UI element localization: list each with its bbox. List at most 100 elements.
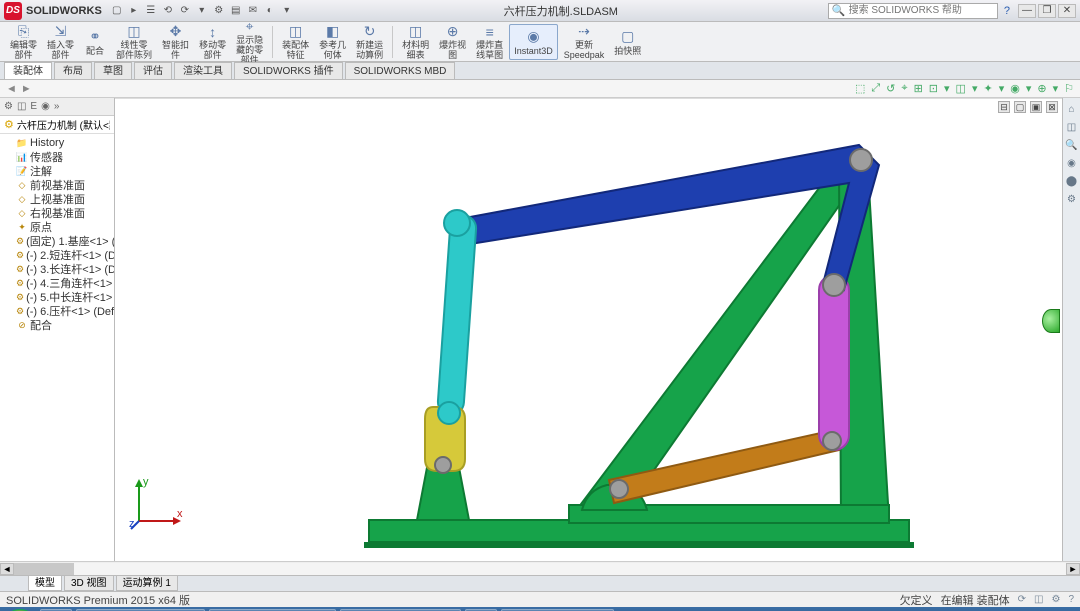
horizontal-scrollbar[interactable]: ◄ ► [0, 561, 1080, 575]
nav-fwd-icon[interactable]: ► [21, 83, 32, 95]
qa-mail-icon[interactable]: ✉ [246, 4, 260, 18]
qa-dropdown-icon[interactable]: ▾ [195, 4, 209, 18]
ribbon-插入零部件[interactable]: ⇲插入零部件 [43, 24, 78, 60]
view-tool-icon[interactable]: ◫ [956, 82, 966, 95]
vp-win-btn[interactable]: ⊟ [998, 101, 1010, 113]
view-tool-icon[interactable]: ⊕ [1037, 82, 1046, 95]
ribbon-线性零部件陈列[interactable]: ◫线性零部件陈列 [112, 24, 156, 60]
view-tool-icon[interactable]: ⊞ [914, 82, 923, 95]
ribbon-装配体特征[interactable]: ◫装配体特征 [278, 24, 313, 60]
ribbon-智能扣件[interactable]: ✥智能扣件 [158, 24, 193, 60]
qa-half-icon[interactable]: ◐ [263, 4, 277, 18]
view-tool-icon[interactable]: ▾ [972, 82, 978, 95]
status-settings-icon[interactable]: ⚙ [1051, 594, 1060, 605]
view-tool-icon[interactable]: ▾ [1026, 82, 1032, 95]
view-tool-icon[interactable]: ✦ [983, 82, 992, 95]
taskpane-lib-icon[interactable]: ◫ [1065, 120, 1079, 134]
tree-tab-more-icon[interactable]: » [54, 101, 60, 112]
close-button[interactable]: ✕ [1058, 4, 1076, 18]
qa-undo-icon[interactable]: ⟲ [161, 4, 175, 18]
view-tool-icon[interactable]: ▾ [999, 82, 1005, 95]
scroll-thumb[interactable] [14, 563, 74, 575]
taskpane-home-icon[interactable]: ⌂ [1065, 102, 1079, 116]
tree-node[interactable]: ⚙(-) 2.短连杆<1> (Default< [2, 248, 112, 262]
view-cube-icon[interactable] [1042, 309, 1060, 333]
taskpane-view-icon[interactable]: ◉ [1065, 156, 1079, 170]
qa-redo-icon[interactable]: ⟳ [178, 4, 192, 18]
tree-node[interactable]: ⚙(固定) 1.基座<1> (默认<<默 [2, 234, 112, 248]
tab-布局[interactable]: 布局 [54, 62, 92, 79]
tab-装配体[interactable]: 装配体 [4, 62, 52, 79]
view-tool-icon[interactable]: ▾ [944, 82, 950, 95]
view-tool-icon[interactable]: ⌖ [901, 82, 907, 95]
scroll-right-icon[interactable]: ► [1066, 563, 1080, 575]
tree-node[interactable]: ◇右视基准面 [2, 206, 112, 220]
tree-node[interactable]: ⚙(-) 6.压杆<1> (Default< [2, 304, 112, 318]
tab-SOLIDWORKS 插件[interactable]: SOLIDWORKS 插件 [234, 62, 343, 79]
ribbon-更新Speedpak[interactable]: ⇢更新Speedpak [560, 24, 609, 60]
tree-tab-fm-icon[interactable]: ⚙ [4, 101, 13, 112]
graphics-viewport[interactable]: ⊟▢▣⊠ [115, 98, 1062, 561]
nav-back-icon[interactable]: ◄ [6, 83, 17, 95]
ribbon-Instant3D[interactable]: ◉Instant3D [509, 24, 558, 60]
vp-win-btn[interactable]: ▣ [1030, 101, 1042, 113]
qa-open-icon[interactable]: ▸ [127, 4, 141, 18]
bottom-tab-运动算例 1[interactable]: 运动算例 1 [116, 576, 178, 591]
view-tool-icon[interactable]: ⚐ [1064, 82, 1074, 95]
ribbon-参考几何体[interactable]: ◧参考几何体 [315, 24, 350, 60]
taskpane-search-icon[interactable]: 🔍 [1065, 138, 1079, 152]
taskpane-appear-icon[interactable]: ⬤ [1065, 174, 1079, 188]
ribbon-移动零部件[interactable]: ↕移动零部件 [195, 24, 230, 60]
vp-win-btn[interactable]: ▢ [1014, 101, 1026, 113]
tree-node[interactable]: ⚙(-) 4.三角连杆<1> (Default [2, 276, 112, 290]
qa-list-icon[interactable]: ▤ [229, 4, 243, 18]
search-input[interactable] [849, 4, 994, 18]
qa-settings-icon[interactable]: ⚙ [212, 4, 226, 18]
qa-save-icon[interactable]: ☰ [144, 4, 158, 18]
tree-node[interactable]: 📁History [2, 136, 112, 150]
tree-tab-disp-icon[interactable]: ◉ [41, 101, 50, 112]
tree-node[interactable]: ⚙(-) 5.中长连杆<1> (Default [2, 290, 112, 304]
status-rebuild-icon[interactable]: ⟳ [1018, 594, 1026, 605]
view-tool-icon[interactable]: ↺ [886, 82, 895, 95]
scroll-left-icon[interactable]: ◄ [0, 563, 14, 575]
tree-node[interactable]: ⊘配合 [2, 318, 112, 332]
maximize-button[interactable]: ❐ [1038, 4, 1056, 18]
qa-new-icon[interactable]: ▢ [110, 4, 124, 18]
ribbon-新建运动算例[interactable]: ↻新建运动算例 [352, 24, 387, 60]
status-help-icon[interactable]: ? [1068, 594, 1074, 605]
tree-node[interactable]: ◇前视基准面 [2, 178, 112, 192]
scroll-track[interactable] [14, 563, 1066, 575]
view-tool-icon[interactable]: ▾ [1053, 82, 1059, 95]
help-search[interactable]: 🔍 [828, 3, 998, 19]
tree-tab-prop-icon[interactable]: E [30, 101, 37, 112]
ribbon-材料明细表[interactable]: ◫材料明细表 [398, 24, 433, 60]
tree-node[interactable]: 📝注解 [2, 164, 112, 178]
view-tool-icon[interactable]: ⊡ [929, 82, 938, 95]
tab-SOLIDWORKS MBD[interactable]: SOLIDWORKS MBD [345, 62, 456, 79]
tab-渲染工具[interactable]: 渲染工具 [174, 62, 232, 79]
help-icon[interactable]: ? [1004, 5, 1010, 17]
tab-草图[interactable]: 草图 [94, 62, 132, 79]
ribbon-配合[interactable]: ⚭配合 [80, 24, 110, 60]
tree-node[interactable]: ✦原点 [2, 220, 112, 234]
view-tool-icon[interactable]: ⬚ [855, 82, 865, 95]
orientation-triad[interactable]: y x z [129, 471, 189, 531]
view-tool-icon[interactable]: ◉ [1010, 82, 1020, 95]
minimize-button[interactable]: — [1018, 4, 1036, 18]
tree-node[interactable]: ◇上视基准面 [2, 192, 112, 206]
bottom-tab-模型[interactable]: 模型 [28, 576, 62, 591]
tree-node[interactable]: ⚙(-) 3.长连杆<1> (Default< [2, 262, 112, 276]
taskpane-custom-icon[interactable]: ⚙ [1065, 192, 1079, 206]
status-unit-icon[interactable]: ◫ [1034, 594, 1043, 605]
ribbon-显示隐藏的零部件[interactable]: ⌖显示隐藏的零部件 [232, 24, 267, 60]
tree-tab-conf-icon[interactable]: ◫ [17, 101, 26, 112]
ribbon-拍快照[interactable]: ▢拍快照 [610, 24, 645, 60]
bottom-tab-3D 视图[interactable]: 3D 视图 [64, 576, 114, 591]
view-tool-icon[interactable]: ⤢ [871, 82, 880, 95]
ribbon-爆炸直线草图[interactable]: ≡爆炸直线草图 [472, 24, 507, 60]
qa-more-icon[interactable]: ▾ [280, 4, 294, 18]
tree-root[interactable]: ⚙ 六杆压力机制 (默认<默认_显示 [0, 116, 114, 134]
tree-node[interactable]: 📊传感器 [2, 150, 112, 164]
ribbon-编辑零部件[interactable]: ⎘编辑零部件 [6, 24, 41, 60]
